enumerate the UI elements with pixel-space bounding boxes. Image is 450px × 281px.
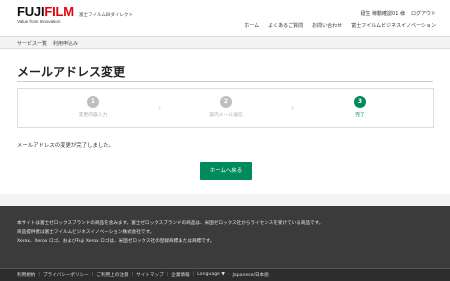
logo-wordmark: FUJIFILM: [17, 4, 74, 19]
main-content: メールアドレス変更 1 変更内容入力 › 2 案内メール送信 › 3 完了 メー…: [0, 49, 450, 194]
link-terms[interactable]: 利用規約: [17, 272, 35, 281]
nav-corporate[interactable]: 富士フイルムビジネスイノベーション: [351, 22, 436, 29]
language-selector[interactable]: Language ▼: [197, 272, 225, 281]
nav-contact[interactable]: お問い合わせ: [312, 22, 342, 29]
link-notes[interactable]: ご利用上の注意: [96, 272, 128, 281]
user-name: 寝生 稼動確認01 様: [360, 11, 405, 17]
step-number: 2: [220, 96, 232, 108]
step-label: 案内メール送信: [209, 113, 243, 118]
language-current[interactable]: Japanese/日本語: [233, 272, 269, 281]
nav-home[interactable]: ホーム: [244, 22, 259, 29]
footer-notice: 本サイトは富士ゼロックスブランドの商品を含みます。富士ゼロックスブランドの商品は…: [0, 206, 450, 268]
link-sitemap[interactable]: サイトマップ: [136, 272, 164, 281]
site-header: FUJIFILM Value from Innovation 富士フイルムBIダ…: [0, 0, 450, 36]
content-spacer: [0, 194, 450, 206]
link-company[interactable]: 企業情報: [171, 272, 189, 281]
step-label: 変更内容入力: [78, 113, 108, 118]
chevron-right-icon: ›: [291, 103, 295, 112]
chevron-right-icon: ›: [158, 103, 162, 112]
title-divider: [17, 81, 433, 82]
step-2: 2 案内メール送信: [166, 96, 286, 118]
step-number: 1: [87, 96, 99, 108]
step-label: 完了: [355, 113, 365, 118]
footer-line: Xerox、Xerox ロゴ、およびFuji Xerox ロゴは、米国ゼロックス…: [17, 239, 215, 244]
logo-tagline: Value from Innovation: [17, 19, 61, 24]
footer-links: 利用規約 | プライバシーポリシー | ご利用上の注意 | サイトマップ | 企業情報 |…: [0, 268, 450, 281]
step-1: 1 変更内容入力: [33, 96, 153, 118]
logout-link[interactable]: ログアウト: [411, 10, 436, 17]
breadcrumb-application: 利用申込み: [53, 41, 79, 47]
footer-line: 本サイトは富士ゼロックスブランドの商品を含みます。富士ゼロックスブランドの商品は…: [17, 221, 324, 226]
footer-line: 商品提供者は富士フイルムビジネスイノベーション株式会社です。: [17, 230, 155, 235]
step-3: 3 完了: [300, 96, 420, 118]
breadcrumb: サービス一覧 利用申込み: [0, 36, 450, 49]
return-home-button[interactable]: ホームへ戻る: [200, 162, 252, 180]
completion-message: メールアドレスの変更が完了しました。: [17, 143, 115, 149]
fujifilm-logo[interactable]: FUJIFILM Value from Innovation: [17, 5, 74, 25]
step-number: 3: [354, 96, 366, 108]
nav-faq[interactable]: よくあるご質問: [268, 22, 303, 29]
progress-stepper: 1 変更内容入力 › 2 案内メール送信 › 3 完了: [17, 88, 434, 128]
breadcrumb-services[interactable]: サービス一覧: [17, 40, 47, 48]
header-nav: ホーム よくあるご質問 お問い合わせ 富士フイルムビジネスイノベーション: [244, 22, 436, 29]
link-privacy[interactable]: プライバシーポリシー: [43, 272, 89, 281]
user-bar: 寝生 稼動確認01 様 ログアウト: [360, 10, 436, 17]
page-title: メールアドレス変更: [17, 65, 126, 79]
brand-subtitle: 富士フイルムBIダイレクト: [79, 13, 133, 18]
